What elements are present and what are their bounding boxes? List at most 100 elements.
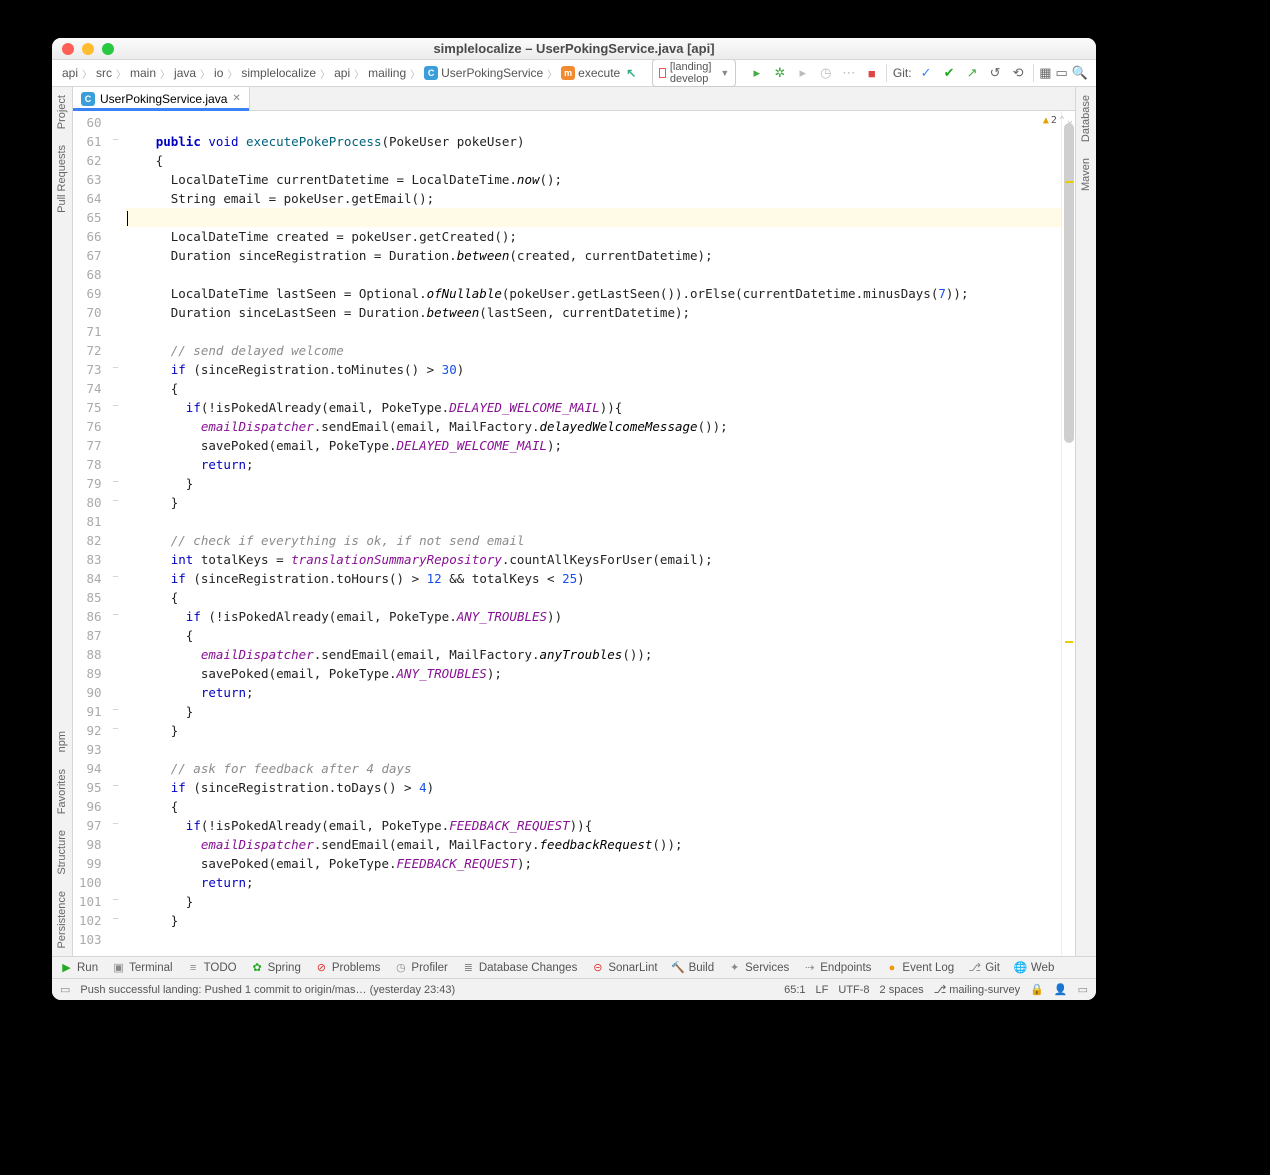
- code-editor[interactable]: 6061626364656667686970717273747576777879…: [73, 111, 1075, 956]
- warning-marker[interactable]: [1065, 641, 1073, 643]
- tool-window-project[interactable]: Project: [56, 87, 68, 137]
- code-line[interactable]: [126, 113, 1061, 132]
- fold-marker[interactable]: [110, 282, 122, 301]
- tool-window-sonarlint[interactable]: ⊝SonarLint: [591, 961, 657, 974]
- breadcrumb-method[interactable]: mexecute: [559, 66, 622, 80]
- line-number[interactable]: 68: [79, 265, 102, 284]
- code-line[interactable]: {: [126, 588, 1061, 607]
- code-line[interactable]: if (sinceRegistration.toHours() > 12 && …: [126, 569, 1061, 588]
- tool-window-todo[interactable]: ≡TODO: [187, 961, 237, 974]
- line-number[interactable]: 75: [79, 398, 102, 417]
- line-number[interactable]: 71: [79, 322, 102, 341]
- indent-setting[interactable]: 2 spaces: [880, 984, 924, 996]
- scrollbar-thumb[interactable]: [1064, 123, 1074, 443]
- line-number[interactable]: 94: [79, 759, 102, 778]
- fold-marker[interactable]: [110, 643, 122, 662]
- line-number[interactable]: 73: [79, 360, 102, 379]
- line-number[interactable]: 60: [79, 113, 102, 132]
- fold-marker[interactable]: [110, 833, 122, 852]
- fold-marker[interactable]: [110, 301, 122, 320]
- tool-window-services[interactable]: ✦Services: [728, 961, 789, 974]
- code-line[interactable]: savePoked(email, PokeType.ANY_TROUBLES);: [126, 664, 1061, 683]
- breadcrumb-item[interactable]: main: [128, 66, 158, 80]
- commit-icon[interactable]: ✔: [941, 65, 958, 82]
- line-number[interactable]: 88: [79, 645, 102, 664]
- fold-marker[interactable]: –: [110, 909, 122, 928]
- search-everywhere-icon[interactable]: 🔍: [1072, 65, 1088, 82]
- fold-marker[interactable]: –: [110, 719, 122, 738]
- debug-icon[interactable]: ✲: [771, 65, 788, 82]
- line-number[interactable]: 89: [79, 664, 102, 683]
- fold-marker[interactable]: [110, 529, 122, 548]
- code-line[interactable]: savePoked(email, PokeType.FEEDBACK_REQUE…: [126, 854, 1061, 873]
- status-icon[interactable]: ▭: [60, 983, 70, 996]
- stop-icon[interactable]: ■: [863, 65, 880, 82]
- line-number[interactable]: 67: [79, 246, 102, 265]
- code-line[interactable]: {: [126, 151, 1061, 170]
- fold-marker[interactable]: –: [110, 130, 122, 149]
- code-line[interactable]: int totalKeys = translationSummaryReposi…: [126, 550, 1061, 569]
- tool-window-persistence[interactable]: Persistence: [56, 883, 68, 956]
- fold-marker[interactable]: [110, 244, 122, 263]
- code-line[interactable]: LocalDateTime currentDatetime = LocalDat…: [126, 170, 1061, 189]
- code-line[interactable]: Duration sinceRegistration = Duration.be…: [126, 246, 1061, 265]
- code-line[interactable]: {: [126, 626, 1061, 645]
- code-line[interactable]: }: [126, 721, 1061, 740]
- code-line[interactable]: // send delayed welcome: [126, 341, 1061, 360]
- profile-icon[interactable]: ◷: [817, 65, 834, 82]
- error-stripe[interactable]: ▲ 2 ⌃ ⌄: [1061, 111, 1075, 956]
- fold-marker[interactable]: [110, 624, 122, 643]
- fold-marker[interactable]: [110, 377, 122, 396]
- more-run-icon[interactable]: ⋯: [840, 65, 857, 82]
- tool-window-maven[interactable]: Maven: [1080, 150, 1092, 199]
- lock-icon[interactable]: 🔒: [1030, 983, 1044, 996]
- fold-marker[interactable]: –: [110, 700, 122, 719]
- tool-window-event-log[interactable]: ●Event Log: [885, 961, 954, 974]
- line-number[interactable]: 93: [79, 740, 102, 759]
- code-line[interactable]: // check if everything is ok, if not sen…: [126, 531, 1061, 550]
- breadcrumb-item[interactable]: io: [212, 66, 225, 80]
- code-line[interactable]: return;: [126, 683, 1061, 702]
- code-line[interactable]: if (!isPokedAlready(email, PokeType.ANY_…: [126, 607, 1061, 626]
- fold-marker[interactable]: –: [110, 776, 122, 795]
- tool-window-database[interactable]: Database: [1080, 87, 1092, 150]
- fold-marker[interactable]: [110, 852, 122, 871]
- fold-marker[interactable]: –: [110, 567, 122, 586]
- person-icon[interactable]: 👤: [1054, 983, 1068, 996]
- line-number[interactable]: 81: [79, 512, 102, 531]
- code-line[interactable]: [126, 322, 1061, 341]
- code-line[interactable]: if (sinceRegistration.toMinutes() > 30): [126, 360, 1061, 379]
- line-number[interactable]: 61: [79, 132, 102, 151]
- fold-marker[interactable]: –: [110, 472, 122, 491]
- line-number[interactable]: 70: [79, 303, 102, 322]
- file-encoding[interactable]: UTF-8: [838, 984, 869, 996]
- editor-tab[interactable]: C UserPokingService.java ✕: [73, 87, 250, 110]
- fold-marker[interactable]: [110, 871, 122, 890]
- close-icon[interactable]: ✕: [232, 93, 240, 104]
- breadcrumb-item[interactable]: java: [172, 66, 198, 80]
- code-line[interactable]: }: [126, 474, 1061, 493]
- code-line[interactable]: LocalDateTime created = pokeUser.getCrea…: [126, 227, 1061, 246]
- line-number[interactable]: 87: [79, 626, 102, 645]
- line-number[interactable]: 63: [79, 170, 102, 189]
- code-line[interactable]: emailDispatcher.sendEmail(email, MailFac…: [126, 835, 1061, 854]
- line-number[interactable]: 99: [79, 854, 102, 873]
- code-line[interactable]: savePoked(email, PokeType.DELAYED_WELCOM…: [126, 436, 1061, 455]
- fold-marker[interactable]: [110, 510, 122, 529]
- fold-marker[interactable]: [110, 320, 122, 339]
- line-number[interactable]: 98: [79, 835, 102, 854]
- coverage-icon[interactable]: ▸: [794, 65, 811, 82]
- code-line[interactable]: if(!isPokedAlready(email, PokeType.FEEDB…: [126, 816, 1061, 835]
- fold-marker[interactable]: [110, 263, 122, 282]
- line-number[interactable]: 90: [79, 683, 102, 702]
- code-line[interactable]: public void executePokeProcess(PokeUser …: [126, 132, 1061, 151]
- run-icon[interactable]: ▸: [748, 65, 765, 82]
- line-number[interactable]: 86: [79, 607, 102, 626]
- fold-marker[interactable]: –: [110, 358, 122, 377]
- line-number[interactable]: 96: [79, 797, 102, 816]
- navigate-back-icon[interactable]: ↖: [626, 65, 636, 81]
- line-separator[interactable]: LF: [816, 984, 829, 996]
- code-line[interactable]: [126, 512, 1061, 531]
- code-line[interactable]: Duration sinceLastSeen = Duration.betwee…: [126, 303, 1061, 322]
- run-config-selector[interactable]: [landing] develop ▼: [652, 59, 736, 87]
